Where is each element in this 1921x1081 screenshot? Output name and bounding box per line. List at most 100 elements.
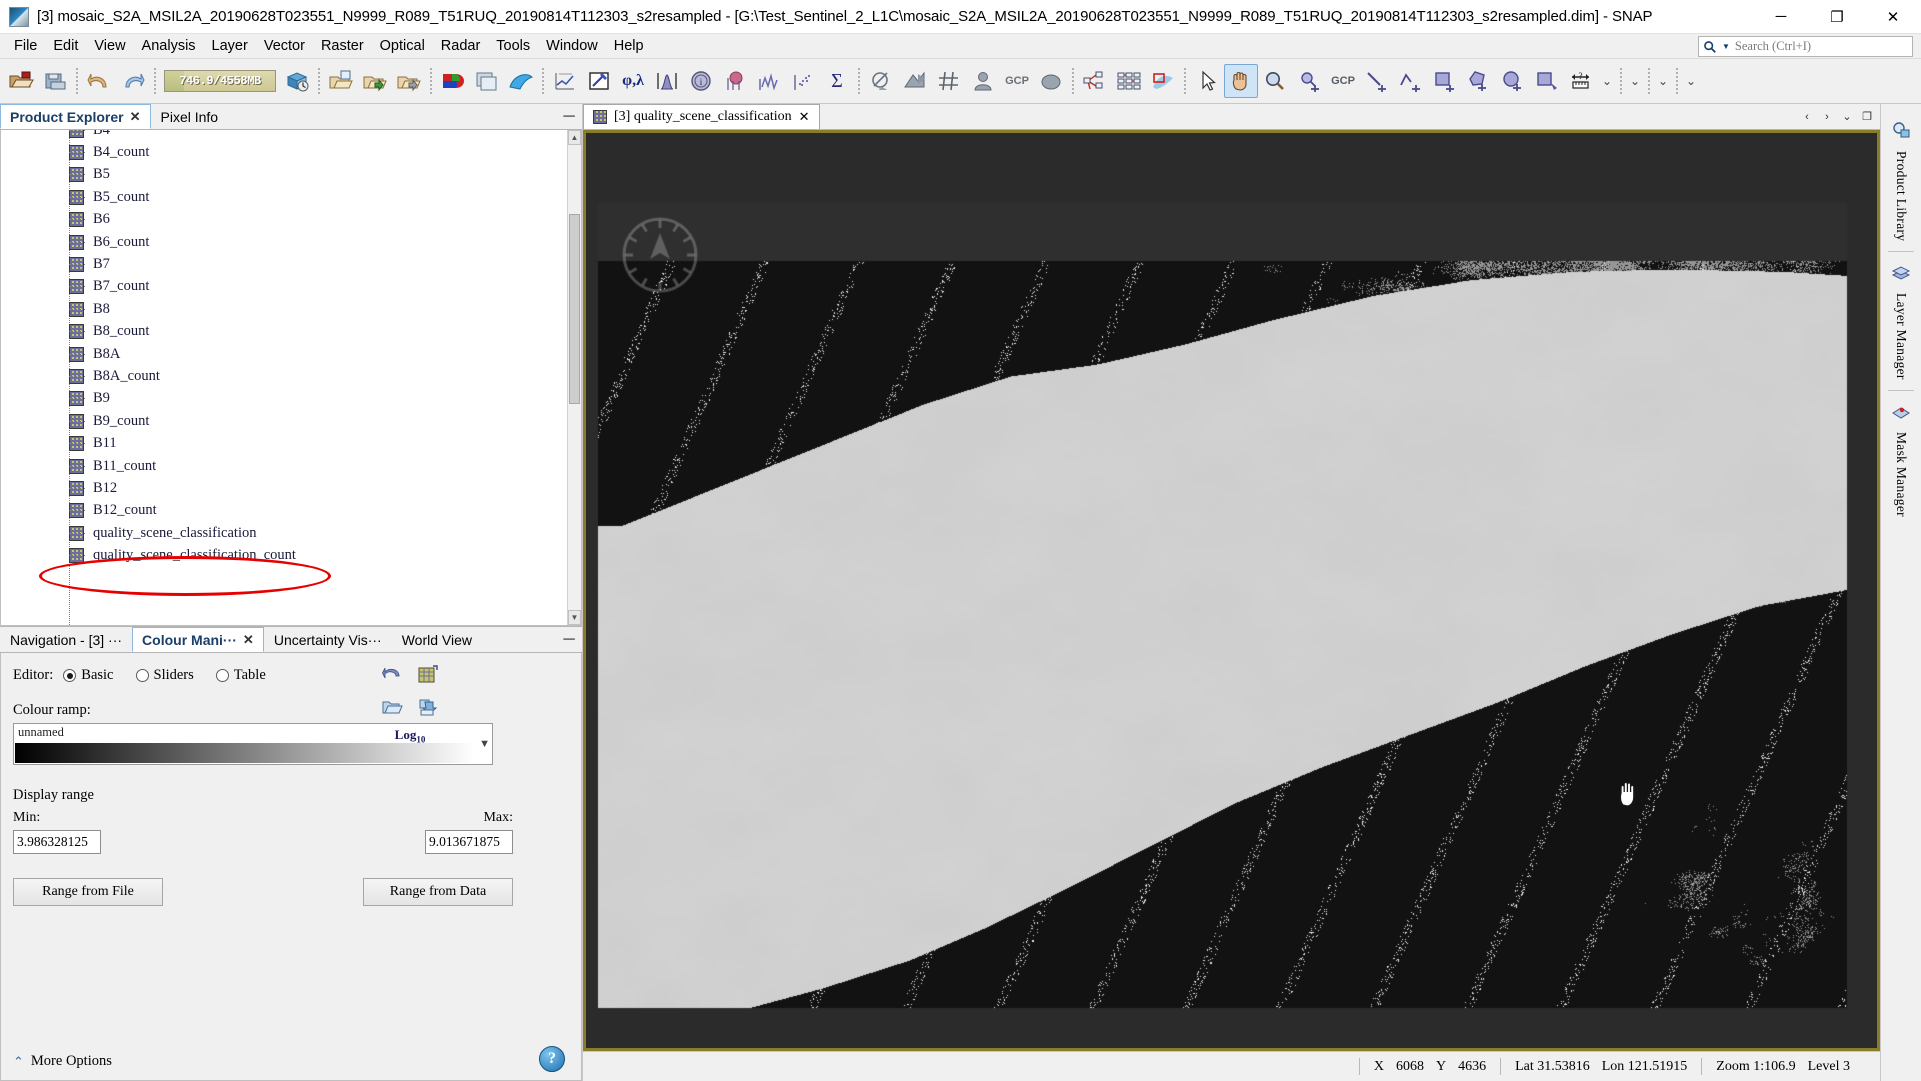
graph-builder-icon[interactable] xyxy=(1078,64,1112,98)
tree-item-b4[interactable]: B4 xyxy=(1,130,567,141)
menu-optical[interactable]: Optical xyxy=(372,36,433,56)
tree-item-b9[interactable]: B9 xyxy=(1,388,567,410)
selection-tool-icon[interactable] xyxy=(1190,64,1224,98)
histogram-icon[interactable] xyxy=(650,64,684,98)
tab-uncertainty-visualisation[interactable]: Uncertainty Vis··· xyxy=(263,627,392,652)
tree-item-b4_count[interactable]: B4_count xyxy=(1,141,567,163)
pin-placing-icon[interactable] xyxy=(966,64,1000,98)
gcp-placing-tool-icon[interactable]: GCP xyxy=(1326,64,1360,98)
tree-item-b5_count[interactable]: B5_count xyxy=(1,186,567,208)
tree-item-b8a[interactable]: B8A xyxy=(1,343,567,365)
tree-item-quality_scene_classification[interactable]: quality_scene_classification xyxy=(1,522,567,544)
tree-item-b7[interactable]: B7 xyxy=(1,253,567,275)
tab-product-explorer-close-icon[interactable]: ✕ xyxy=(130,109,141,125)
min-input[interactable]: 3.986328125 xyxy=(13,830,101,854)
import-vector-icon[interactable] xyxy=(324,64,358,98)
ellipse-drawing-icon[interactable] xyxy=(1496,64,1530,98)
bottom-dock-minimize-button[interactable]: ─ xyxy=(556,627,582,652)
tree-item-b12_count[interactable]: B12_count xyxy=(1,500,567,522)
more-options-toggle[interactable]: ⌃ More Options xyxy=(13,1053,112,1070)
pin-manager-icon[interactable] xyxy=(582,64,616,98)
batch-processing-icon[interactable] xyxy=(1112,64,1146,98)
search-dropdown-icon[interactable]: ▼ xyxy=(1722,42,1730,51)
tree-item-b8[interactable]: B8 xyxy=(1,298,567,320)
menu-radar[interactable]: Radar xyxy=(433,36,489,56)
scroll-up-arrow-icon[interactable]: ▲ xyxy=(568,130,581,145)
menu-view[interactable]: View xyxy=(86,36,133,56)
tree-item-b12[interactable]: B12 xyxy=(1,477,567,499)
toolbar-overflow-chevron-3[interactable]: ⌄ xyxy=(1654,64,1672,98)
reset-icon[interactable] xyxy=(379,663,405,687)
memory-indicator[interactable]: 746.9/4558MB xyxy=(164,70,276,92)
minimize-button[interactable]: ─ xyxy=(1753,0,1809,33)
scroll-tabs-left-icon[interactable]: ‹ xyxy=(1798,107,1816,127)
redo-icon[interactable] xyxy=(116,64,150,98)
menu-edit[interactable]: Edit xyxy=(45,36,86,56)
scene-image-view[interactable] xyxy=(583,130,1880,1051)
menu-tools[interactable]: Tools xyxy=(488,36,538,56)
tab-colour-manipulation-close-icon[interactable]: ✕ xyxy=(243,632,254,648)
pin-placing-tool-icon[interactable] xyxy=(1292,64,1326,98)
tree-item-b5[interactable]: B5 xyxy=(1,164,567,186)
import-palette-icon[interactable] xyxy=(379,695,405,719)
toolbar-overflow-chevron-1[interactable]: ⌄ xyxy=(1598,64,1616,98)
measure-icon[interactable]: ? xyxy=(1564,64,1598,98)
import-raster-icon[interactable] xyxy=(358,64,392,98)
menu-analysis[interactable]: Analysis xyxy=(134,36,204,56)
magic-wand-icon[interactable] xyxy=(1530,64,1564,98)
max-input[interactable]: 9.013671875 xyxy=(425,830,513,854)
export-raster-icon[interactable] xyxy=(392,64,426,98)
pin-overlay-icon[interactable] xyxy=(1034,64,1068,98)
menu-raster[interactable]: Raster xyxy=(313,36,372,56)
tab-pixel-info[interactable]: Pixel Info xyxy=(150,104,229,129)
grid-icon[interactable] xyxy=(932,64,966,98)
polygon-drawing-icon[interactable] xyxy=(1462,64,1496,98)
log-scale-label[interactable]: Log10 xyxy=(395,727,426,745)
menu-window[interactable]: Window xyxy=(538,36,606,56)
sum-icon[interactable]: Σ xyxy=(820,64,854,98)
zoom-tool-icon[interactable] xyxy=(1258,64,1292,98)
no-data-icon[interactable] xyxy=(864,64,898,98)
left-dock-minimize-button[interactable]: ─ xyxy=(556,104,582,129)
tab-quality-scene-classification-close-icon[interactable]: ✕ xyxy=(799,109,810,125)
radio-basic-icon[interactable] xyxy=(63,669,77,682)
mask-area-icon[interactable] xyxy=(898,64,932,98)
pan-tool-icon[interactable] xyxy=(1224,64,1258,98)
range-from-data-button[interactable]: Range from Data xyxy=(363,878,513,906)
tab-list-chevron-icon[interactable]: ⌄ xyxy=(1838,107,1856,127)
scroll-tabs-right-icon[interactable]: › xyxy=(1818,107,1836,127)
menu-file[interactable]: File xyxy=(6,36,45,56)
tree-item-b8_count[interactable]: B8_count xyxy=(1,321,567,343)
tree-item-b6_count[interactable]: B6_count xyxy=(1,231,567,253)
polyline-drawing-icon[interactable] xyxy=(1394,64,1428,98)
rectangle-drawing-icon[interactable] xyxy=(1428,64,1462,98)
editor-option-sliders[interactable]: Sliders xyxy=(135,667,194,684)
editor-option-table[interactable]: Table xyxy=(215,667,266,684)
editor-option-basic[interactable]: Basic xyxy=(63,667,114,684)
rgb-image-view-icon[interactable] xyxy=(436,64,470,98)
product-explorer-tree[interactable]: B4 B4_count B5 B5_count B6 B6_count B7 B7_count… xyxy=(0,130,582,626)
tab-product-explorer[interactable]: Product Explorer ✕ xyxy=(0,104,151,129)
vtab-mask-manager[interactable]: Mask Manager xyxy=(1881,391,1921,527)
search-input[interactable]: ▼ Search (Ctrl+I) xyxy=(1698,36,1913,57)
scroll-down-arrow-icon[interactable]: ▼ xyxy=(568,610,581,625)
world-wind-view-icon[interactable] xyxy=(504,64,538,98)
toolbar-overflow-chevron-4[interactable]: ⌄ xyxy=(1682,64,1700,98)
vtab-product-library[interactable]: Product Library xyxy=(1881,110,1921,251)
tab-colour-manipulation[interactable]: Colour Mani··· ✕ xyxy=(132,627,264,652)
menu-help[interactable]: Help xyxy=(606,36,652,56)
tree-item-b11_count[interactable]: B11_count xyxy=(1,455,567,477)
tree-item-b11[interactable]: B11 xyxy=(1,432,567,454)
menu-vector[interactable]: Vector xyxy=(256,36,313,56)
scene-canvas[interactable] xyxy=(586,133,1877,1048)
open-product-icon[interactable] xyxy=(4,64,38,98)
statistics-icon[interactable] xyxy=(752,64,786,98)
scatter-plot-icon[interactable] xyxy=(786,64,820,98)
maximize-view-icon[interactable]: ❐ xyxy=(1858,107,1876,127)
subset-icon[interactable] xyxy=(1146,64,1180,98)
radio-table-icon[interactable] xyxy=(215,669,229,682)
tree-item-b7_count[interactable]: B7_count xyxy=(1,276,567,298)
tree-scroll-thumb[interactable] xyxy=(569,214,580,404)
help-button[interactable]: ? xyxy=(539,1046,565,1072)
profile-plot-icon[interactable] xyxy=(548,64,582,98)
